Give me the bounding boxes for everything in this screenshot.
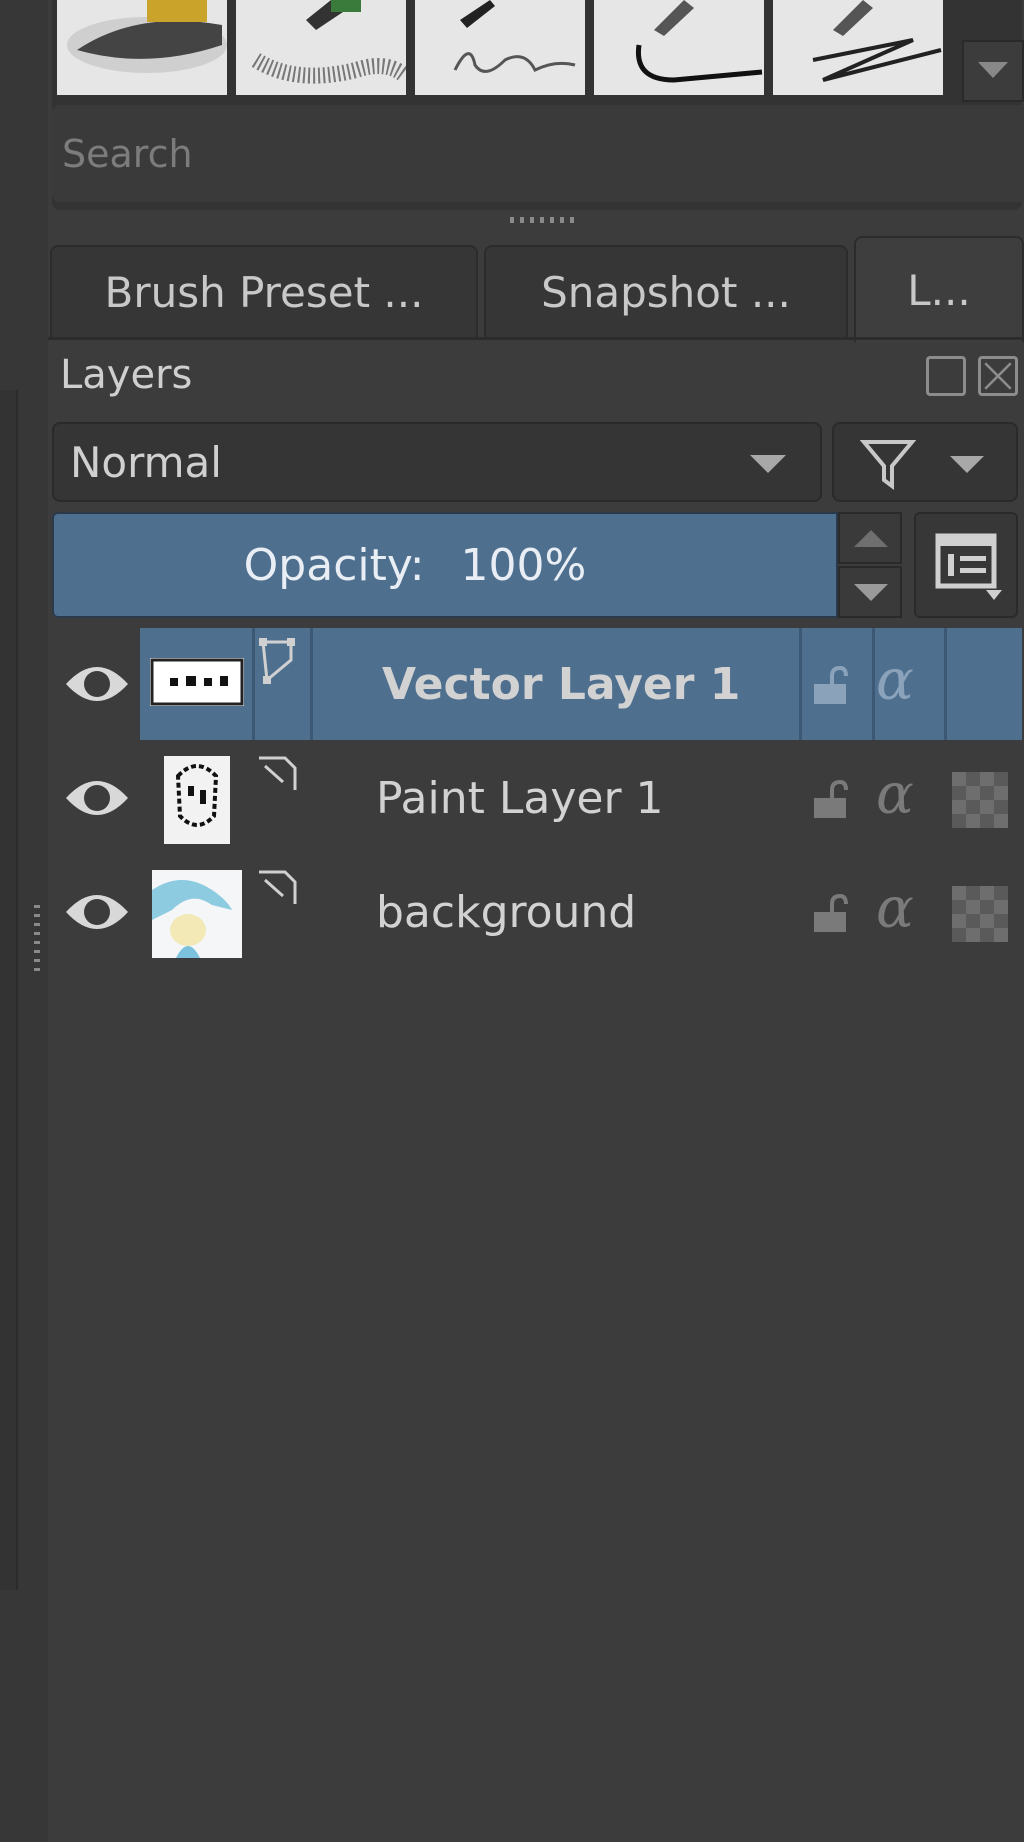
scrollbar-track (0, 390, 18, 1590)
layer-row[interactable]: Paint Layer 1 α (52, 742, 1022, 854)
paint-layer-icon (259, 870, 297, 904)
eye-icon[interactable] (64, 884, 130, 940)
opacity-slider[interactable]: Opacity: 100% (52, 512, 838, 618)
eye-icon[interactable] (64, 656, 130, 712)
docker-title: Layers (60, 352, 193, 398)
presets-scroll-down-button[interactable] (962, 40, 1024, 102)
layer-name[interactable]: background (376, 856, 636, 968)
brush-preset-thumbnail[interactable] (415, 0, 585, 95)
paint-layer-icon (259, 756, 297, 790)
column-divider (944, 628, 947, 740)
lock-icon[interactable] (810, 666, 850, 706)
tab-brush-presets[interactable]: Brush Preset ... (50, 245, 478, 337)
tab-layers[interactable]: L... (854, 236, 1024, 342)
tab-label: Brush Preset ... (104, 267, 424, 317)
alpha-lock-icon[interactable]: α (876, 648, 914, 713)
brush-preset-thumbnail[interactable] (236, 0, 406, 95)
opacity-increase-button[interactable] (838, 512, 902, 564)
brush-search-input[interactable] (52, 105, 1024, 202)
blend-mode-value: Normal (70, 437, 222, 487)
tab-bar-divider (48, 337, 1024, 340)
brush-preset-thumbnail[interactable] (594, 0, 764, 95)
close-docker-icon[interactable] (978, 356, 1018, 396)
inherit-alpha-icon[interactable] (952, 772, 1008, 828)
column-divider (310, 628, 313, 740)
layer-thumbnail (150, 658, 244, 706)
float-docker-icon[interactable] (926, 356, 966, 396)
left-dock-edge (0, 0, 48, 1842)
inherit-alpha-icon[interactable] (952, 886, 1008, 942)
layer-menu-icon (935, 533, 1002, 600)
chevron-down-icon (950, 456, 984, 473)
layer-row[interactable]: Vector Layer 1 α (52, 628, 1022, 740)
lock-icon[interactable] (810, 780, 850, 820)
blend-mode-select[interactable]: Normal (52, 422, 822, 502)
layer-thumbnail (164, 756, 230, 844)
layer-row[interactable]: background α (52, 856, 1022, 968)
tab-label: L... (907, 265, 971, 315)
alpha-lock-icon[interactable]: α (876, 762, 914, 827)
alpha-lock-icon[interactable]: α (876, 876, 914, 941)
tab-snapshot[interactable]: Snapshot ... (484, 245, 848, 337)
eye-icon[interactable] (64, 770, 130, 826)
opacity-label: Opacity: (243, 539, 425, 591)
column-divider (872, 628, 875, 740)
filter-icon (860, 440, 916, 490)
layer-name[interactable]: Paint Layer 1 (376, 742, 664, 854)
opacity-value: 100% (460, 539, 587, 591)
layer-properties-menu-button[interactable] (914, 512, 1018, 618)
layer-thumbnail (152, 870, 242, 958)
tab-label: Snapshot ... (541, 267, 791, 317)
column-divider (799, 628, 802, 740)
chevron-down-icon (750, 455, 786, 473)
brush-preset-thumbnail[interactable] (773, 0, 943, 95)
brush-preset-strip (52, 0, 1024, 210)
vector-layer-icon (259, 638, 295, 684)
opacity-decrease-button[interactable] (838, 566, 902, 618)
splitter-handle[interactable] (34, 905, 40, 975)
lock-icon[interactable] (810, 894, 850, 934)
layer-filter-button[interactable] (832, 422, 1018, 502)
layer-name[interactable]: Vector Layer 1 (382, 628, 740, 740)
docker-splitter-grip[interactable] (510, 217, 576, 223)
brush-preset-thumbnail[interactable] (57, 0, 227, 95)
